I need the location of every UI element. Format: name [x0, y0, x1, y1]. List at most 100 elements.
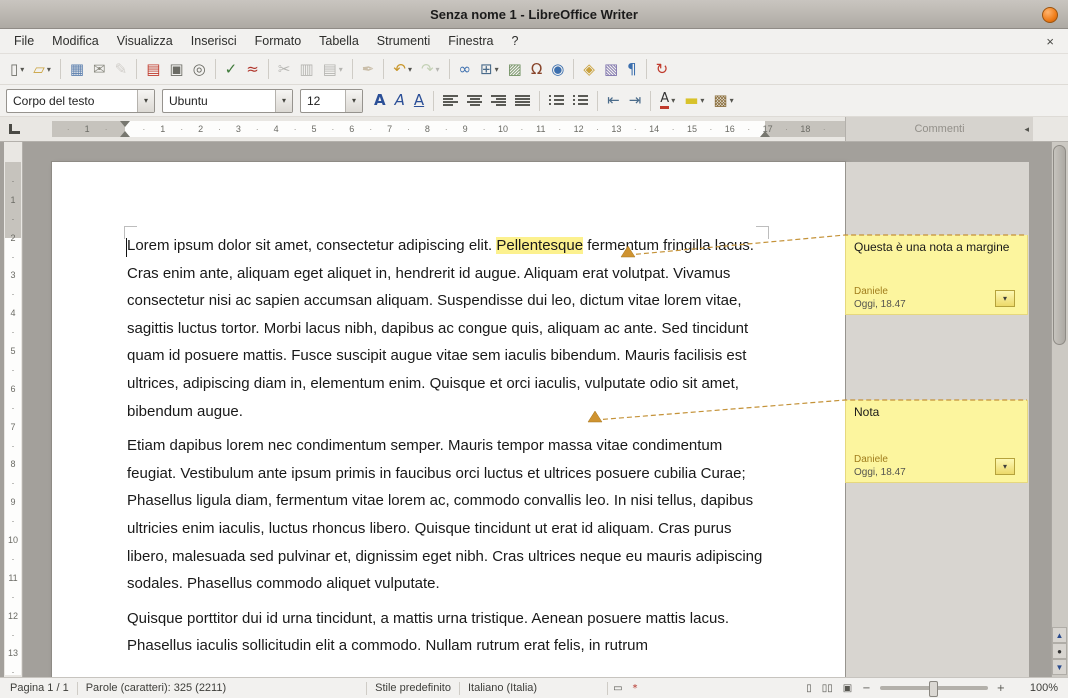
- zoom-out-button[interactable]: −: [857, 683, 875, 694]
- decrease-indent-button[interactable]: ⇤: [603, 89, 624, 113]
- navigator-button[interactable]: ◈: [579, 57, 599, 81]
- titlebar[interactable]: Senza nome 1 - LibreOffice Writer: [0, 0, 1068, 29]
- comment-highlight[interactable]: Pellentesque: [496, 237, 583, 254]
- dropdown-arrow-icon[interactable]: ▾: [495, 65, 499, 74]
- zoom-slider[interactable]: [880, 686, 988, 690]
- next-page-button[interactable]: ▼: [1052, 659, 1067, 675]
- auto-spellcheck-button[interactable]: ≈: [242, 57, 263, 81]
- align-left-button[interactable]: [439, 89, 462, 113]
- comment-menu-button[interactable]: ▾: [995, 458, 1015, 475]
- comment-menu-button[interactable]: ▾: [995, 290, 1015, 307]
- highlighting-color-button[interactable]: ▬▾: [680, 89, 708, 113]
- clone-formatting-button[interactable]: ✒: [358, 57, 379, 81]
- new-document-button[interactable]: ▯▾: [6, 57, 28, 81]
- spelling-button[interactable]: ✓: [221, 57, 242, 81]
- edit-file-button[interactable]: ✎: [111, 57, 132, 81]
- menu-help[interactable]: ?: [503, 31, 526, 51]
- paragraph-2[interactable]: Etiam dapibus lorem nec condimentum semp…: [127, 432, 768, 598]
- dropdown-arrow-icon[interactable]: ▾: [730, 96, 734, 105]
- tab-stop-selector[interactable]: [9, 124, 20, 134]
- align-center-button[interactable]: [463, 89, 486, 113]
- comments-ruler-button[interactable]: Commenti ◂: [845, 117, 1033, 141]
- align-right-button[interactable]: [487, 89, 510, 113]
- underline-button[interactable]: A: [410, 89, 428, 113]
- dropdown-arrow-icon[interactable]: ▾: [339, 65, 343, 74]
- chevron-down-icon[interactable]: ▾: [345, 90, 362, 112]
- background-color-button[interactable]: ▩▾: [709, 89, 737, 113]
- export-pdf-button[interactable]: ▤: [142, 57, 164, 81]
- menu-tabella[interactable]: Tabella: [311, 31, 367, 51]
- bullet-list-button[interactable]: [569, 89, 592, 113]
- numbered-list-button[interactable]: [545, 89, 568, 113]
- first-line-indent-marker[interactable]: [120, 121, 130, 127]
- email-button[interactable]: ✉: [89, 57, 110, 81]
- word-count[interactable]: Parole (caratteri): 325 (2211): [78, 682, 234, 694]
- dropdown-arrow-icon[interactable]: ▾: [671, 96, 675, 105]
- menu-strumenti[interactable]: Strumenti: [369, 31, 439, 51]
- paste-button[interactable]: ▤▾: [319, 57, 347, 81]
- vertical-ruler[interactable]: 12345678910111213··············: [4, 142, 23, 677]
- scrollbar-thumb[interactable]: [1053, 145, 1066, 345]
- zoom-slider-thumb[interactable]: [929, 681, 938, 697]
- chevron-down-icon[interactable]: ▾: [137, 90, 154, 112]
- font-size-combobox[interactable]: 12 ▾: [300, 89, 363, 113]
- left-indent-marker[interactable]: [120, 131, 130, 137]
- previous-page-button[interactable]: ▲: [1052, 627, 1067, 643]
- undo-button[interactable]: ↶▾: [389, 57, 416, 81]
- justify-button[interactable]: [511, 89, 534, 113]
- dropdown-arrow-icon[interactable]: ▾: [20, 65, 24, 74]
- menu-modifica[interactable]: Modifica: [44, 31, 107, 51]
- collapse-comments-icon[interactable]: ◂: [1024, 124, 1029, 135]
- bold-button[interactable]: A: [370, 89, 390, 113]
- cut-button[interactable]: ✂: [274, 57, 295, 81]
- vertical-scrollbar[interactable]: ▲ ● ▼: [1051, 142, 1068, 677]
- single-page-view-icon[interactable]: ▯: [801, 683, 817, 694]
- zoom-in-button[interactable]: +: [992, 683, 1010, 694]
- dropdown-arrow-icon[interactable]: ▾: [700, 96, 704, 105]
- font-name-combobox[interactable]: Ubuntu ▾: [162, 89, 293, 113]
- menu-finestra[interactable]: Finestra: [440, 31, 501, 51]
- paragraph-3[interactable]: Quisque porttitor dui id urna tincidunt,…: [127, 605, 768, 660]
- document-page[interactable]: Lorem ipsum dolor sit amet, consectetur …: [52, 162, 845, 677]
- page-indicator[interactable]: Pagina 1 / 1: [2, 682, 77, 694]
- save-button[interactable]: ▦: [66, 57, 88, 81]
- dropdown-arrow-icon[interactable]: ▾: [47, 65, 51, 74]
- paragraph-1[interactable]: Lorem ipsum dolor sit amet, consectetur …: [127, 232, 768, 425]
- copy-button[interactable]: ▥: [295, 57, 317, 81]
- italic-button[interactable]: A: [391, 89, 409, 113]
- close-document-icon[interactable]: ×: [1038, 33, 1062, 50]
- margin-comment-2[interactable]: Nota Daniele Oggi, 18.47 ▾: [845, 400, 1028, 483]
- document-text[interactable]: Lorem ipsum dolor sit amet, consectetur …: [127, 232, 768, 667]
- formatting-marks-button[interactable]: ¶: [623, 57, 641, 81]
- book-view-icon[interactable]: ▣: [838, 683, 857, 694]
- insert-table-button[interactable]: ⊞▾: [476, 57, 503, 81]
- comment-text[interactable]: Nota: [854, 405, 1019, 419]
- comment-text[interactable]: Questa è una nota a margine: [854, 240, 1019, 254]
- paragraph-style-combobox[interactable]: Corpo del testo ▾: [6, 89, 155, 113]
- page-style[interactable]: Stile predefinito: [367, 682, 459, 694]
- document-modified-icon[interactable]: *: [628, 683, 643, 694]
- insert-image-button[interactable]: ▨: [504, 57, 526, 81]
- right-indent-marker[interactable]: [760, 131, 770, 137]
- dropdown-arrow-icon[interactable]: ▾: [408, 65, 412, 74]
- redo-button[interactable]: ↷▾: [417, 57, 444, 81]
- menu-formato[interactable]: Formato: [247, 31, 310, 51]
- menu-file[interactable]: File: [6, 31, 42, 51]
- gallery-button[interactable]: ▧: [600, 57, 622, 81]
- find-replace-button[interactable]: ◉: [547, 57, 568, 81]
- increase-indent-button[interactable]: ⇥: [625, 89, 646, 113]
- margin-comment-1[interactable]: Questa è una nota a margine Daniele Oggi…: [845, 235, 1028, 315]
- menu-inserisci[interactable]: Inserisci: [183, 31, 245, 51]
- reload-button[interactable]: ↻: [652, 57, 673, 81]
- chevron-down-icon[interactable]: ▾: [275, 90, 292, 112]
- text-language[interactable]: Italiano (Italia): [460, 682, 545, 694]
- menu-visualizza[interactable]: Visualizza: [109, 31, 181, 51]
- dropdown-arrow-icon[interactable]: ▾: [436, 65, 440, 74]
- print-preview-button[interactable]: ◎: [189, 57, 210, 81]
- window-control-button[interactable]: [1042, 7, 1058, 23]
- open-button[interactable]: ▱▾: [29, 57, 55, 81]
- insert-special-character-button[interactable]: Ω: [527, 57, 546, 81]
- navigate-by-button[interactable]: ●: [1052, 643, 1067, 659]
- multi-page-view-icon[interactable]: ▯▯: [817, 683, 838, 694]
- hyperlink-button[interactable]: ∞: [455, 57, 476, 81]
